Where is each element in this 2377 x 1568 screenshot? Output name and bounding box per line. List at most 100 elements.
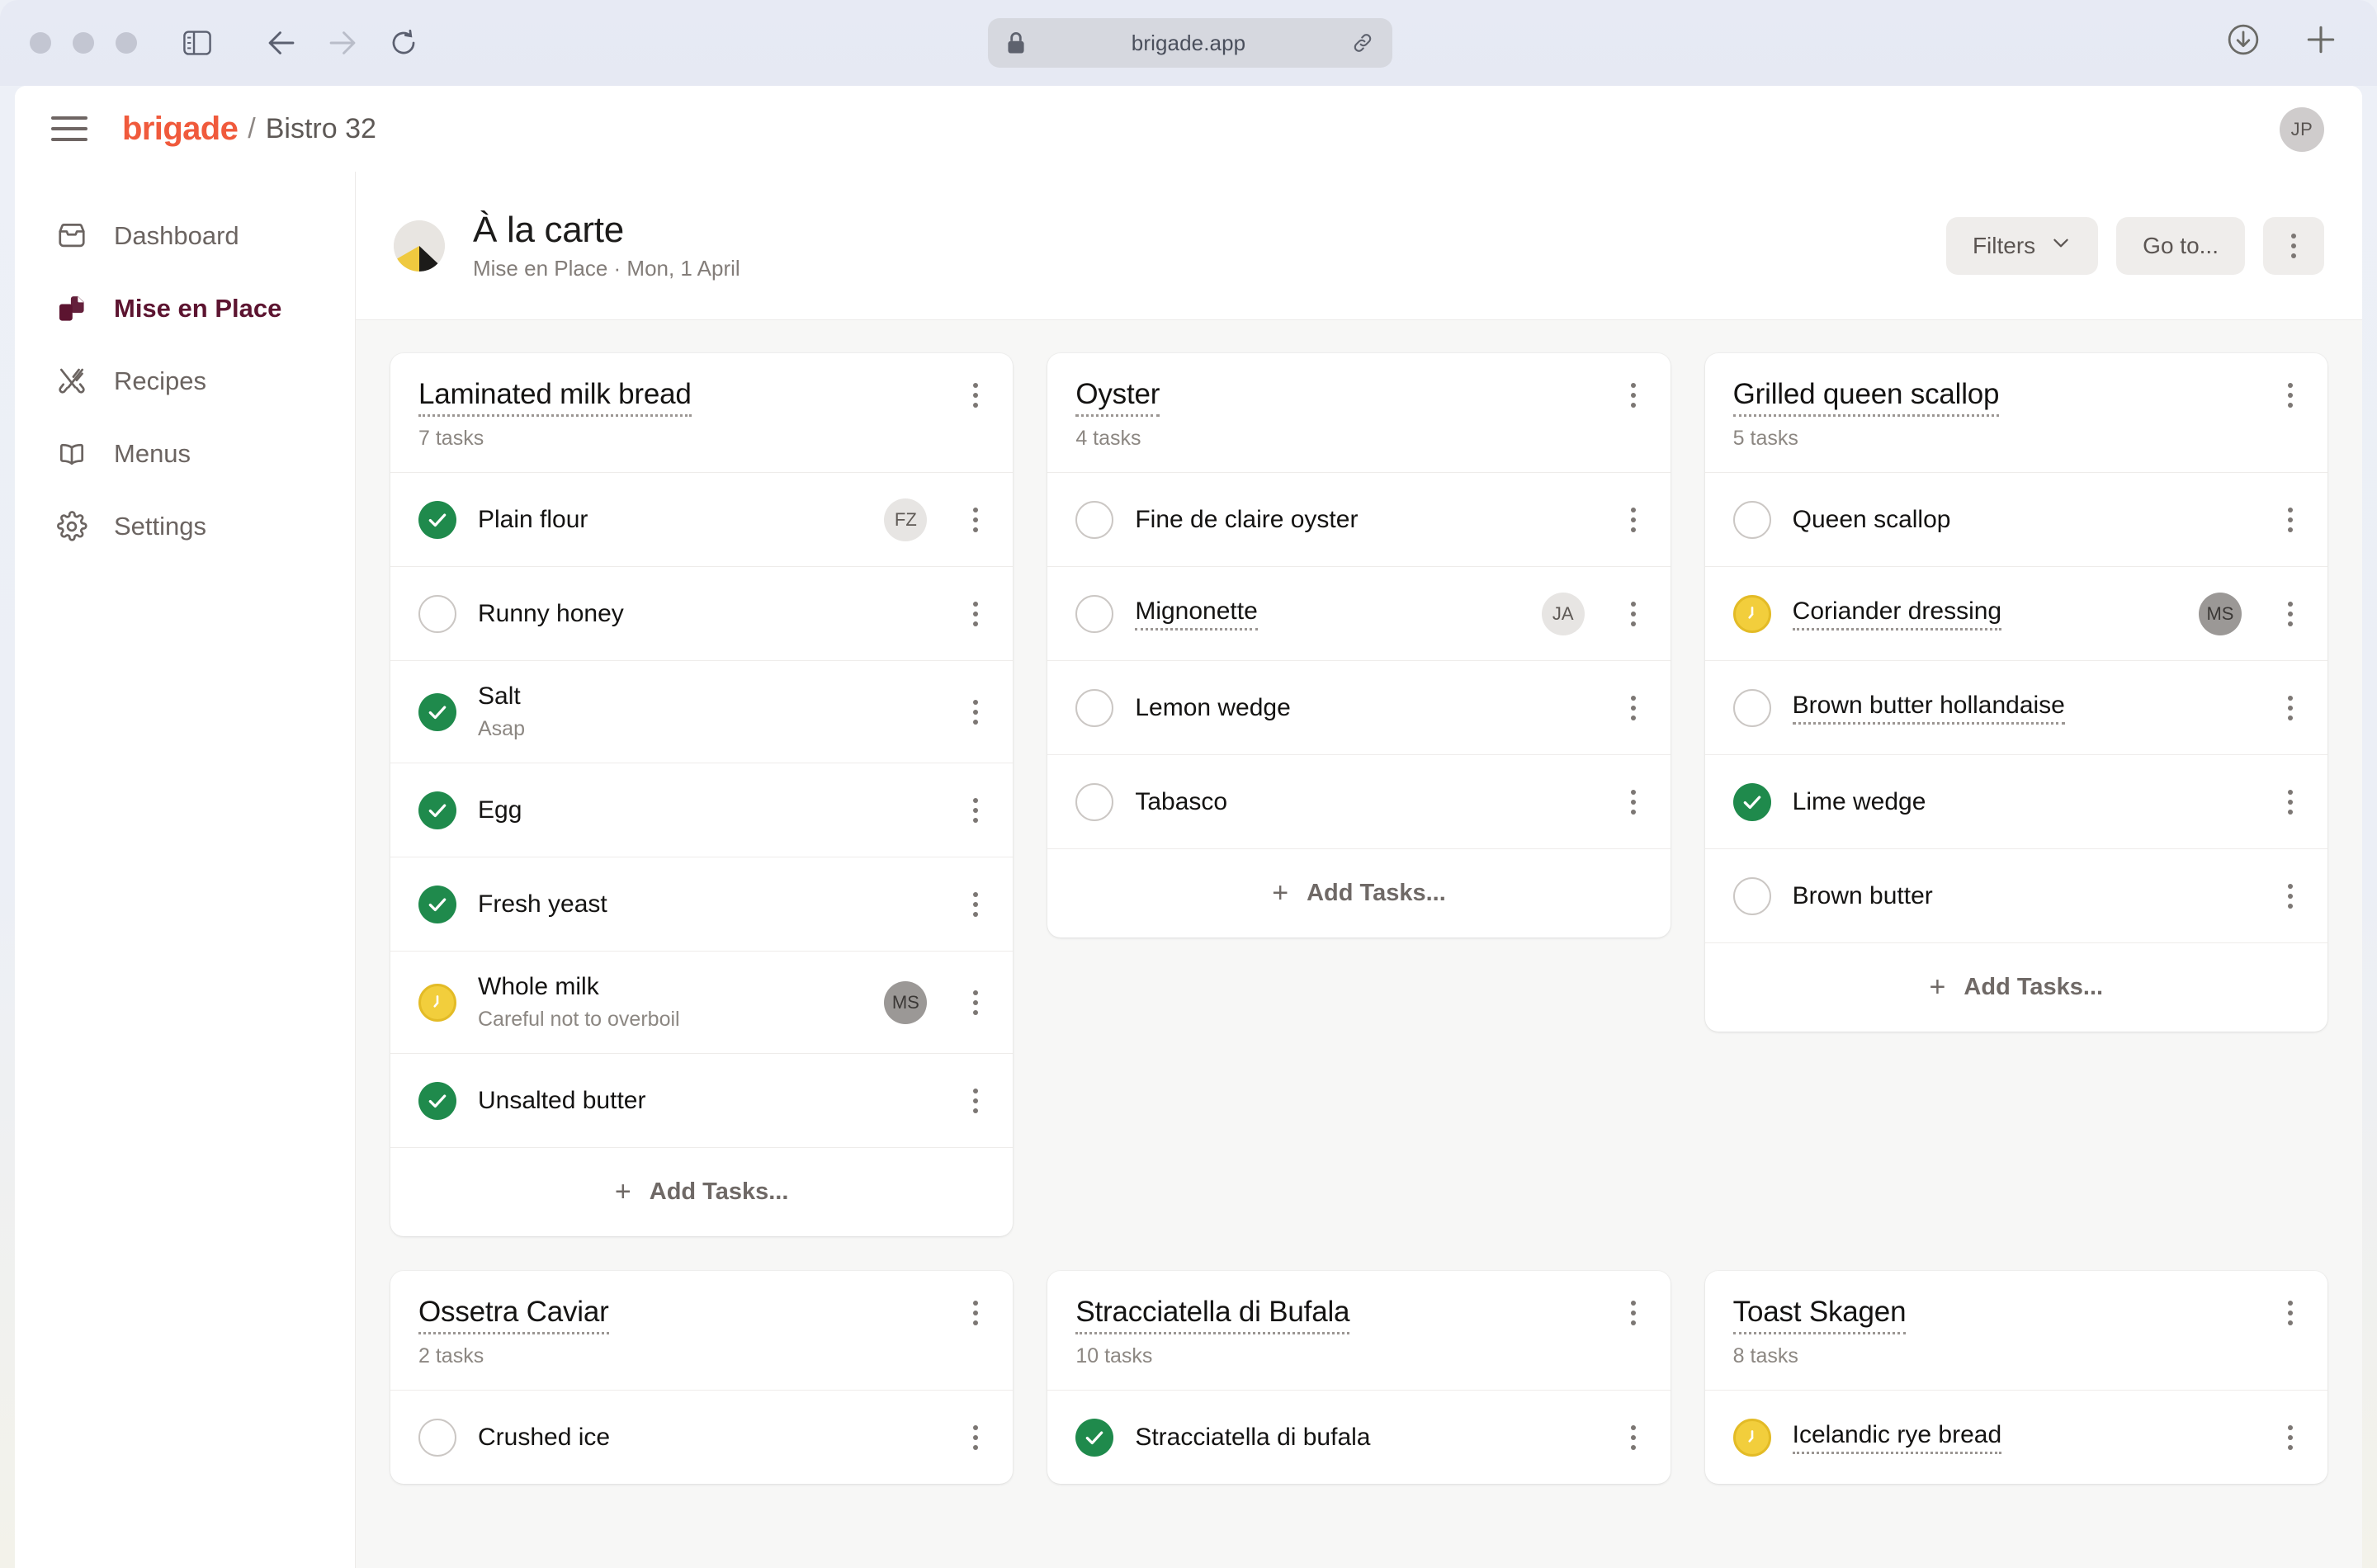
task-status-todo-icon[interactable] bbox=[1075, 500, 1114, 539]
task-title[interactable]: Coriander dressing bbox=[1792, 597, 2002, 631]
task-more-button[interactable] bbox=[2273, 503, 2308, 537]
task-row[interactable]: Lemon wedge bbox=[1047, 660, 1671, 754]
task-more-button[interactable] bbox=[958, 887, 993, 922]
task-status-todo-icon[interactable] bbox=[1732, 688, 1771, 727]
task-status-done-icon[interactable] bbox=[1732, 782, 1771, 821]
task-more-button[interactable] bbox=[2273, 691, 2308, 725]
task-assignee-avatar[interactable]: MS bbox=[884, 980, 928, 1024]
sidebar-item-recipes[interactable]: Recipes bbox=[15, 345, 355, 418]
download-icon[interactable] bbox=[2225, 21, 2261, 58]
card-more-button[interactable] bbox=[2273, 1296, 2308, 1330]
arrow-right-icon[interactable] bbox=[324, 24, 362, 62]
card-title[interactable]: Grilled queen scallop bbox=[1732, 378, 2000, 417]
card-title[interactable]: Toast Skagen bbox=[1732, 1296, 1907, 1334]
task-more-button[interactable] bbox=[2273, 785, 2308, 819]
card-title[interactable]: Stracciatella di Bufala bbox=[1075, 1296, 1349, 1334]
task-row[interactable]: Brown butter hollandaise bbox=[1704, 660, 2327, 754]
task-more-button[interactable] bbox=[1616, 597, 1651, 631]
task-row[interactable]: Icelandic rye bread bbox=[1704, 1390, 2327, 1484]
task-title[interactable]: Icelandic rye bread bbox=[1792, 1421, 2002, 1454]
task-row[interactable]: Egg bbox=[390, 763, 1014, 857]
task-more-button[interactable] bbox=[2273, 1420, 2308, 1455]
task-status-progress-icon[interactable] bbox=[1732, 1418, 1771, 1457]
task-status-done-icon[interactable] bbox=[418, 1081, 456, 1120]
breadcrumb-workspace[interactable]: Bistro 32 bbox=[266, 113, 376, 145]
add-tasks-button[interactable]: + Add Tasks... bbox=[1704, 942, 2327, 1032]
task-more-button[interactable] bbox=[958, 503, 993, 537]
card-title[interactable]: Laminated milk bread bbox=[418, 378, 692, 417]
task-more-button[interactable] bbox=[958, 793, 993, 828]
sidebar-item-menus[interactable]: Menus bbox=[15, 418, 355, 490]
task-status-progress-icon[interactable] bbox=[418, 983, 456, 1022]
task-title[interactable]: Mignonette bbox=[1135, 597, 1258, 631]
plus-icon[interactable] bbox=[2303, 21, 2339, 58]
card-title[interactable]: Oyster bbox=[1075, 378, 1160, 417]
task-status-todo-icon[interactable] bbox=[1075, 688, 1114, 727]
task-more-button[interactable] bbox=[958, 1420, 993, 1455]
user-avatar[interactable]: JP bbox=[2280, 107, 2324, 152]
task-status-todo-icon[interactable] bbox=[1075, 594, 1114, 633]
link-icon[interactable] bbox=[1351, 31, 1374, 54]
task-more-button[interactable] bbox=[2273, 597, 2308, 631]
sidebar-item-mise-en-place[interactable]: Mise en Place bbox=[15, 272, 355, 345]
add-tasks-button[interactable]: + Add Tasks... bbox=[390, 1147, 1014, 1236]
card-more-button[interactable] bbox=[2273, 378, 2308, 413]
task-row[interactable]: Brown butter bbox=[1704, 848, 2327, 942]
task-status-todo-icon[interactable] bbox=[418, 1418, 456, 1457]
go-to-button[interactable]: Go to... bbox=[2116, 216, 2245, 275]
task-more-button[interactable] bbox=[1616, 503, 1651, 537]
task-row[interactable]: Whole milk Careful not to overboil MS bbox=[390, 951, 1014, 1053]
task-status-progress-icon[interactable] bbox=[1732, 594, 1771, 633]
task-row[interactable]: Queen scallop bbox=[1704, 472, 2327, 566]
reload-icon[interactable] bbox=[385, 24, 423, 62]
arrow-left-icon[interactable] bbox=[262, 24, 300, 62]
task-more-button[interactable] bbox=[958, 1084, 993, 1118]
task-more-button[interactable] bbox=[1616, 1420, 1651, 1455]
task-row[interactable]: Crushed ice bbox=[390, 1390, 1014, 1484]
task-status-todo-icon[interactable] bbox=[1732, 876, 1771, 915]
task-assignee-avatar[interactable]: FZ bbox=[884, 498, 928, 541]
task-status-done-icon[interactable] bbox=[418, 692, 456, 731]
card-more-button[interactable] bbox=[1616, 378, 1651, 413]
task-more-button[interactable] bbox=[958, 985, 993, 1020]
task-row[interactable]: Tabasco bbox=[1047, 754, 1671, 848]
card-more-button[interactable] bbox=[958, 1296, 993, 1330]
hamburger-menu-icon[interactable] bbox=[51, 111, 87, 147]
task-row[interactable]: Fine de claire oyster bbox=[1047, 472, 1671, 566]
task-status-done-icon[interactable] bbox=[418, 885, 456, 923]
task-more-button[interactable] bbox=[958, 695, 993, 730]
task-row[interactable]: Coriander dressing MS bbox=[1704, 566, 2327, 660]
card-more-button[interactable] bbox=[1616, 1296, 1651, 1330]
minimize-window-button[interactable] bbox=[73, 32, 94, 54]
sidebar-item-settings[interactable]: Settings bbox=[15, 490, 355, 563]
task-more-button[interactable] bbox=[958, 597, 993, 631]
address-bar[interactable]: brigade.app bbox=[988, 18, 1392, 68]
task-assignee-avatar[interactable]: MS bbox=[2198, 592, 2242, 635]
sidebar-toggle-icon[interactable] bbox=[178, 24, 216, 62]
task-row[interactable]: Lime wedge bbox=[1704, 754, 2327, 848]
task-row[interactable]: Fresh yeast bbox=[390, 857, 1014, 951]
task-row[interactable]: Mignonette JA bbox=[1047, 566, 1671, 660]
maximize-window-button[interactable] bbox=[116, 32, 137, 54]
brigade-logo[interactable]: brigade bbox=[122, 111, 239, 148]
board-more-button[interactable] bbox=[2263, 216, 2324, 275]
task-more-button[interactable] bbox=[2273, 879, 2308, 914]
task-row[interactable]: Salt Asap bbox=[390, 660, 1014, 763]
task-row[interactable]: Unsalted butter bbox=[390, 1053, 1014, 1147]
task-status-done-icon[interactable] bbox=[1075, 1418, 1114, 1457]
task-status-todo-icon[interactable] bbox=[418, 594, 456, 633]
task-assignee-avatar[interactable]: JA bbox=[1541, 592, 1585, 635]
filters-button[interactable]: Filters bbox=[1945, 216, 2099, 275]
add-tasks-button[interactable]: + Add Tasks... bbox=[1047, 848, 1671, 937]
close-window-button[interactable] bbox=[30, 32, 51, 54]
task-status-done-icon[interactable] bbox=[418, 791, 456, 829]
task-status-done-icon[interactable] bbox=[418, 500, 456, 539]
task-row[interactable]: Runny honey bbox=[390, 566, 1014, 660]
task-status-todo-icon[interactable] bbox=[1732, 500, 1771, 539]
sidebar-item-dashboard[interactable]: Dashboard bbox=[15, 200, 355, 272]
card-title[interactable]: Ossetra Caviar bbox=[418, 1296, 609, 1334]
task-title[interactable]: Brown butter hollandaise bbox=[1792, 692, 2065, 725]
task-more-button[interactable] bbox=[1616, 785, 1651, 819]
card-more-button[interactable] bbox=[958, 378, 993, 413]
task-row[interactable]: Plain flour FZ bbox=[390, 472, 1014, 566]
